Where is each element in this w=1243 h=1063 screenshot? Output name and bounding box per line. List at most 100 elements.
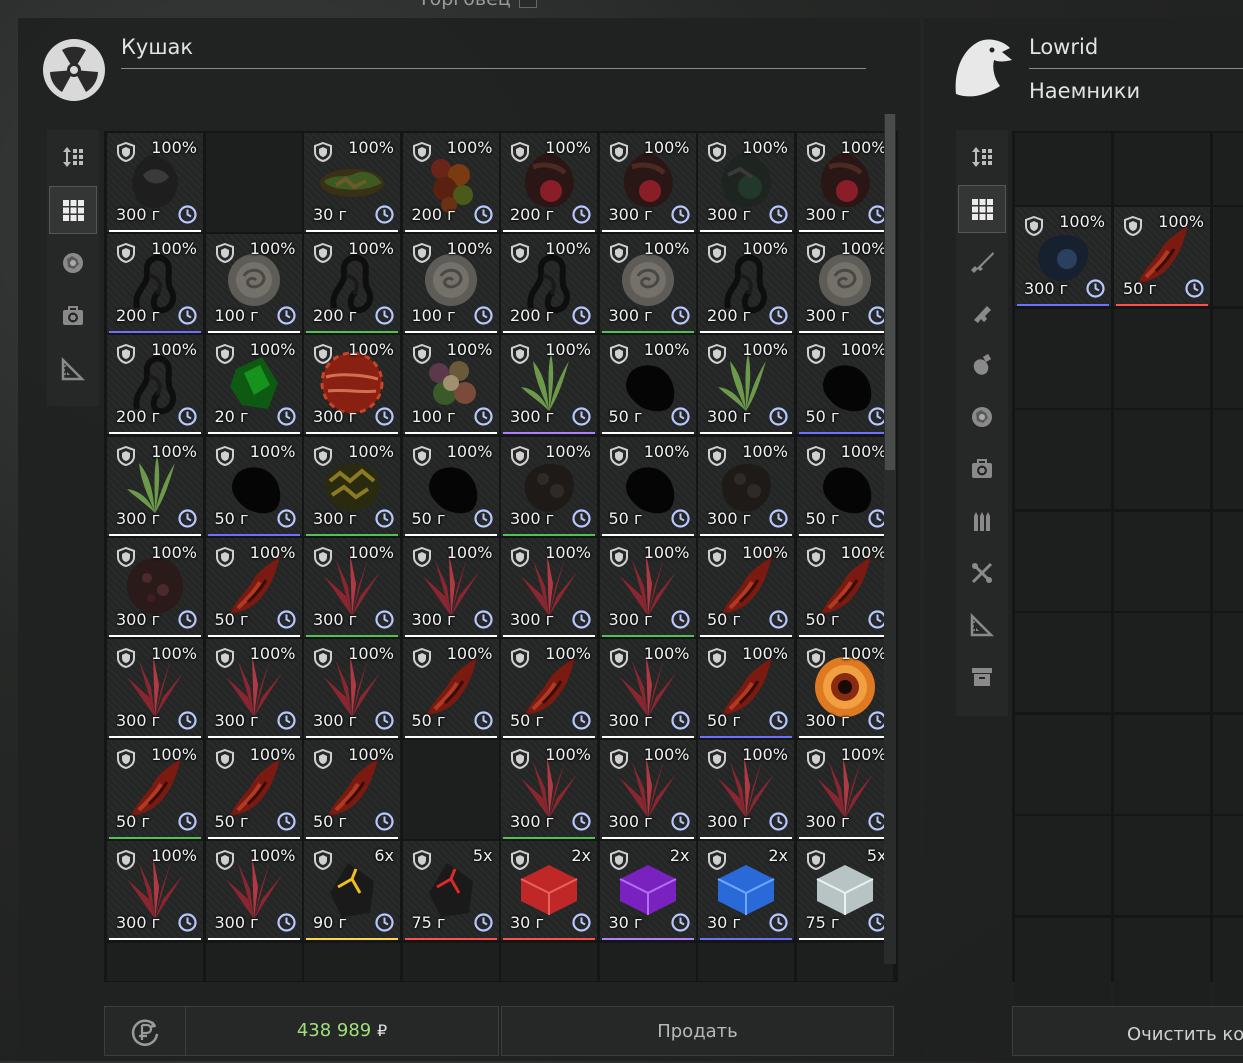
inventory-slot[interactable]: 100% 300 г xyxy=(501,537,597,637)
tab-pistol[interactable] xyxy=(958,289,1006,337)
item-weight: 100 г xyxy=(411,306,456,326)
tab-sort[interactable] xyxy=(958,133,1006,181)
inventory-slot[interactable]: 100% 300 г xyxy=(599,133,696,232)
inventory-slot[interactable]: 100% 300 г xyxy=(599,537,696,637)
rarity-bar xyxy=(404,938,497,941)
inventory-slot[interactable]: 100% 50 г xyxy=(1114,207,1210,306)
shield-icon xyxy=(511,546,529,567)
inventory-slot[interactable]: 100% 300 г xyxy=(796,740,893,840)
clock-icon xyxy=(572,913,591,932)
inventory-slot[interactable]: 100% 300 г xyxy=(796,234,893,334)
inventory-slot[interactable]: 100% 300 г xyxy=(796,133,893,232)
inventory-slot[interactable]: 100% 200 г xyxy=(402,133,499,232)
inventory-slot[interactable]: 100% 30 г xyxy=(304,133,400,232)
tab-artifact[interactable] xyxy=(49,239,97,287)
inventory-slot[interactable]: 100% 300 г xyxy=(501,436,597,536)
inventory-slot[interactable]: 100% 300 г xyxy=(698,740,794,840)
inventory-slot[interactable]: 100% 100 г xyxy=(402,234,499,334)
inventory-slot[interactable]: 100% 300 г xyxy=(698,335,794,435)
inventory-slot[interactable]: 100% 300 г xyxy=(304,639,400,738)
inventory-slot[interactable]: 100% 50 г xyxy=(599,436,696,536)
inventory-slot[interactable]: 2x 30 г xyxy=(599,841,696,941)
rarity-bar xyxy=(404,634,497,637)
inventory-slot[interactable]: 100% 300 г xyxy=(1015,207,1111,306)
tab-ruler[interactable] xyxy=(958,601,1006,649)
clear-cart-button[interactable]: Очистить кор xyxy=(1012,1006,1243,1056)
inventory-slot[interactable]: 100% 100 г xyxy=(205,234,302,334)
inventory-slot[interactable]: 5x 75 г xyxy=(402,841,499,941)
tab-ruler[interactable] xyxy=(49,345,97,393)
inventory-slot[interactable]: 2x 30 г xyxy=(698,841,794,941)
tab-medkit[interactable] xyxy=(958,445,1006,493)
inventory-slot[interactable]: 100% 300 г xyxy=(304,335,400,435)
inventory-slot[interactable]: 100% 50 г xyxy=(402,436,499,536)
inventory-slot[interactable]: 100% 50 г xyxy=(107,740,203,840)
inventory-slot[interactable]: 100% 300 г xyxy=(205,841,302,941)
inventory-slot[interactable]: 100% 300 г xyxy=(796,639,893,738)
inventory-slot[interactable]: 2x 30 г xyxy=(501,841,597,941)
radiation-icon xyxy=(43,39,105,101)
inventory-slot[interactable]: 100% 300 г xyxy=(107,841,203,941)
inventory-slot[interactable]: 100% 300 г xyxy=(107,639,203,738)
scrollbar-thumb[interactable] xyxy=(885,114,895,470)
inventory-slot[interactable]: 100% 300 г xyxy=(205,639,302,738)
inventory-slot[interactable]: 100% 50 г xyxy=(205,436,302,536)
inventory-slot[interactable]: 100% 50 г xyxy=(205,740,302,840)
rarity-bar xyxy=(601,230,694,232)
inventory-slot[interactable]: 100% 300 г xyxy=(599,740,696,840)
empty-slot xyxy=(205,133,302,232)
inventory-slot[interactable]: 100% 300 г xyxy=(599,639,696,738)
inventory-slot[interactable]: 100% 200 г xyxy=(304,234,400,334)
tab-grenade[interactable] xyxy=(958,341,1006,389)
inventory-slot[interactable]: 100% 200 г xyxy=(107,335,203,435)
inventory-slot[interactable]: 100% 300 г xyxy=(698,133,794,232)
clock-icon xyxy=(769,407,788,426)
tab-tools[interactable] xyxy=(958,549,1006,597)
rarity-bar xyxy=(109,230,201,232)
inventory-slot[interactable]: 100% 50 г xyxy=(698,537,794,637)
tab-rifle[interactable] xyxy=(958,237,1006,285)
inventory-slot[interactable]: 100% 200 г xyxy=(501,133,597,232)
inventory-slot[interactable]: 100% 50 г xyxy=(698,639,794,738)
inventory-slot[interactable]: 100% 300 г xyxy=(402,537,499,637)
empty-slot xyxy=(501,942,597,981)
inventory-slot[interactable]: 100% 300 г xyxy=(304,537,400,637)
inventory-slot[interactable]: 100% 50 г xyxy=(796,537,893,637)
tab-sort[interactable] xyxy=(49,133,97,181)
sell-button[interactable]: Продать xyxy=(501,1006,894,1056)
inventory-slot[interactable]: 100% 300 г xyxy=(698,436,794,536)
tab-artifact[interactable] xyxy=(958,393,1006,441)
inventory-slot[interactable]: 100% 300 г xyxy=(107,436,203,536)
inventory-slot[interactable]: 100% 50 г xyxy=(599,335,696,435)
inventory-slot[interactable]: 100% 300 г xyxy=(304,436,400,536)
inventory-slot[interactable]: 100% 50 г xyxy=(796,335,893,435)
currency-button[interactable] xyxy=(104,1006,186,1056)
inventory-slot[interactable]: 100% 200 г xyxy=(501,234,597,334)
tab-grid[interactable] xyxy=(49,186,97,234)
tab-grid[interactable] xyxy=(958,185,1006,233)
inventory-slot[interactable]: 5x 75 г xyxy=(796,841,893,941)
inventory-slot[interactable]: 100% 20 г xyxy=(205,335,302,435)
inventory-slot[interactable]: 100% 300 г xyxy=(501,740,597,840)
inventory-slot[interactable]: 100% 200 г xyxy=(107,234,203,334)
inventory-slot[interactable]: 100% 200 г xyxy=(698,234,794,334)
tab-box[interactable] xyxy=(958,653,1006,701)
inventory-slot[interactable]: 100% 50 г xyxy=(304,740,400,840)
rarity-bar xyxy=(700,230,792,232)
tab-medkit[interactable] xyxy=(49,292,97,340)
inventory-slot[interactable]: 100% 300 г xyxy=(107,537,203,637)
inventory-slot[interactable]: 100% 100 г xyxy=(402,335,499,435)
inventory-slot[interactable]: 6x 90 г xyxy=(304,841,400,941)
inventory-slot[interactable]: 100% 300 г xyxy=(501,335,597,435)
tab-ammo[interactable] xyxy=(958,497,1006,545)
clock-icon xyxy=(276,407,296,426)
inventory-slot[interactable]: 100% 300 г xyxy=(107,133,203,232)
inventory-slot[interactable]: 100% 50 г xyxy=(796,436,893,536)
inventory-slot[interactable]: 100% 50 г xyxy=(402,639,499,738)
item-durability: 100% xyxy=(249,239,296,259)
inventory-slot[interactable]: 100% 50 г xyxy=(501,639,597,738)
inventory-slot[interactable]: 100% 50 г xyxy=(205,537,302,637)
inventory-scrollbar[interactable] xyxy=(884,114,896,964)
inventory-slot[interactable]: 100% 300 г xyxy=(599,234,696,334)
clock-icon xyxy=(769,508,788,528)
